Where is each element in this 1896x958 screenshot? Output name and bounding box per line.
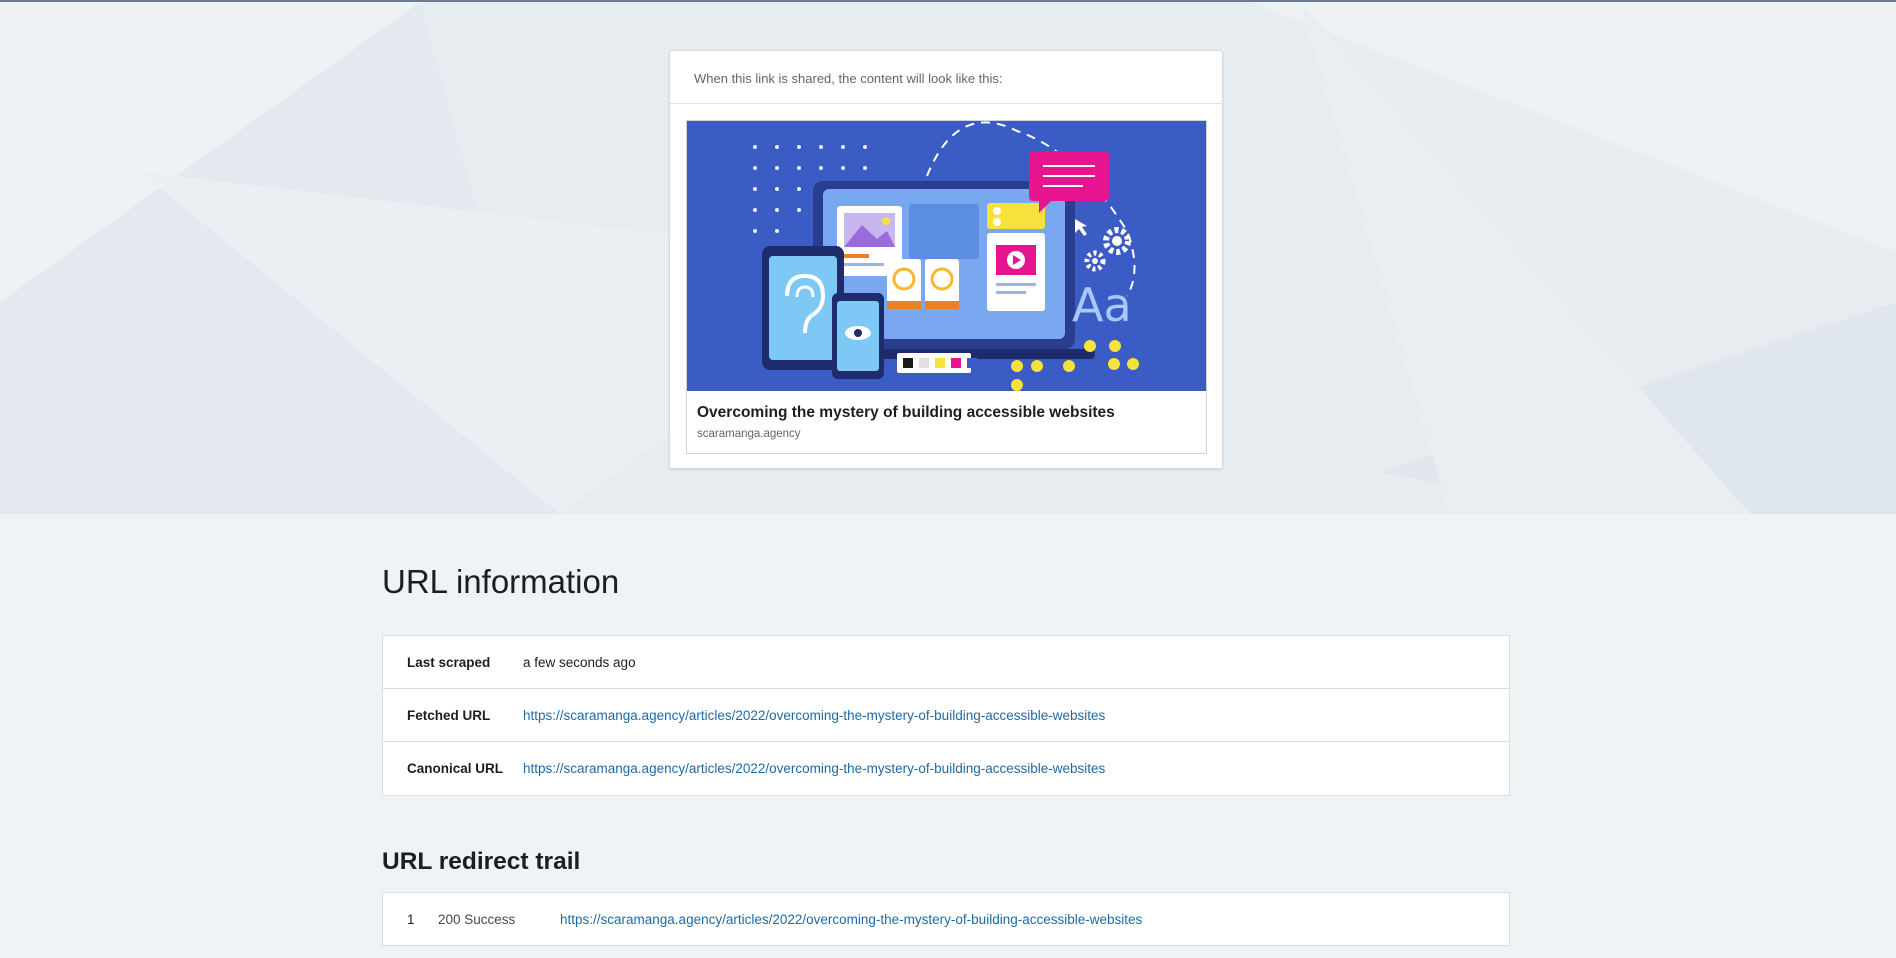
preview-domain: scaramanga.agency bbox=[697, 428, 801, 440]
aa-text: Aa bbox=[1072, 278, 1132, 332]
preview-hero: When this link is shared, the content wi… bbox=[0, 2, 1896, 514]
table-row-canonical-url: Canonical URL https://scaramanga.agency/… bbox=[383, 742, 1509, 795]
preview-title[interactable]: Overcoming the mystery of building acces… bbox=[697, 404, 1196, 422]
canonical-url-link[interactable]: https://scaramanga.agency/articles/2022/… bbox=[523, 761, 1105, 776]
url-information-heading: URL information bbox=[382, 563, 620, 600]
redirect-status: 200 Success bbox=[438, 911, 516, 927]
last-scraped-label: Last scraped bbox=[407, 654, 491, 670]
fetched-url-label: Fetched URL bbox=[407, 707, 491, 723]
redirect-trail-row: 1 200 Success https://scaramanga.agency/… bbox=[382, 892, 1510, 946]
redirect-url-link[interactable]: https://scaramanga.agency/articles/2022/… bbox=[560, 912, 1142, 927]
url-info-table: Last scraped a few seconds ago Fetched U… bbox=[382, 635, 1510, 796]
link-preview[interactable]: Aa Overcoming the mystery of building ac… bbox=[686, 120, 1207, 454]
share-preview-card: When this link is shared, the content wi… bbox=[669, 50, 1223, 469]
redirect-index: 1 bbox=[407, 911, 415, 927]
preview-header-text: When this link is shared, the content wi… bbox=[670, 51, 1222, 104]
url-redirect-trail-heading: URL redirect trail bbox=[382, 848, 581, 875]
fetched-url-link[interactable]: https://scaramanga.agency/articles/2022/… bbox=[523, 708, 1105, 723]
canonical-url-label: Canonical URL bbox=[407, 761, 504, 776]
table-row-last-scraped: Last scraped a few seconds ago bbox=[383, 636, 1509, 689]
article-illustration: Aa bbox=[687, 121, 1206, 391]
last-scraped-value: a few seconds ago bbox=[523, 654, 636, 670]
table-row-fetched-url: Fetched URL https://scaramanga.agency/ar… bbox=[383, 689, 1509, 742]
